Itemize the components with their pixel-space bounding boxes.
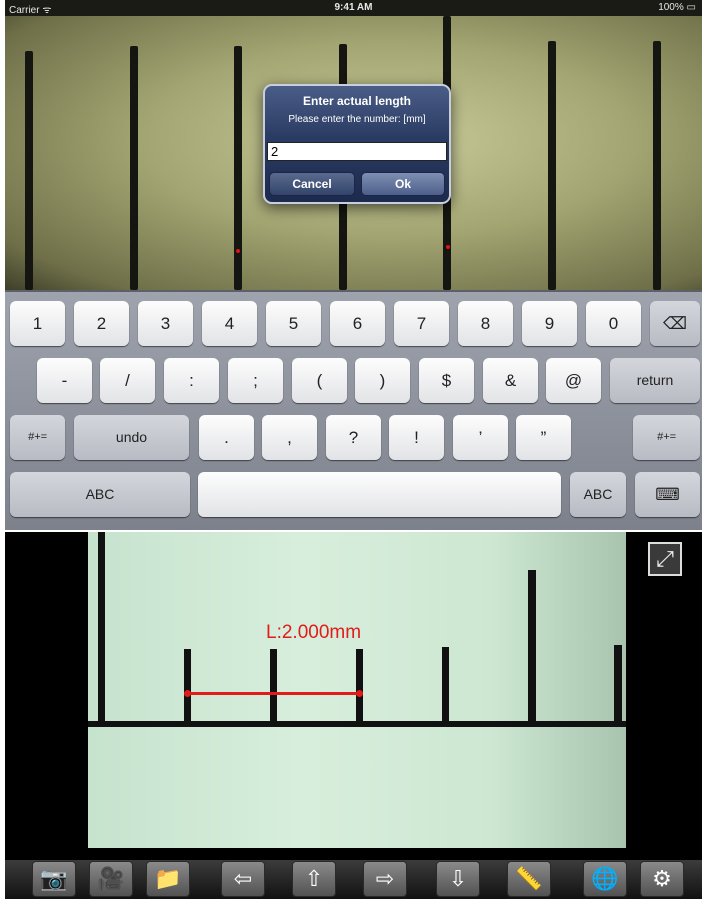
length-input[interactable] (267, 142, 447, 161)
abc-key-left[interactable]: ABC (10, 472, 190, 517)
video-camera-icon: 🎥 (97, 866, 125, 891)
folder-button[interactable]: 📁 (146, 861, 190, 897)
status-time: 9:41 AM (334, 2, 373, 13)
symbols-key-left[interactable]: #+= (10, 415, 65, 460)
key-4[interactable]: 4 (202, 301, 257, 346)
key-0[interactable]: 0 (586, 301, 641, 346)
ruler-button[interactable]: 📏 (507, 861, 551, 897)
ipad-screen: Carrier ᯤ 9:41 AM 100% ▭ Enter actual le… (5, 0, 702, 530)
gear-icon: ⚙ (652, 866, 672, 891)
backspace-icon: ⌫ (662, 314, 688, 333)
space-key[interactable] (198, 472, 561, 517)
move-down-button[interactable]: ⇩ (436, 861, 480, 897)
ruler-tick (98, 532, 105, 724)
arrow-down-icon: ⇩ (448, 866, 468, 891)
dialog-message: Please enter the number: [mm] (288, 114, 426, 125)
ruler-tick (270, 649, 277, 723)
hide-keyboard-key[interactable]: ⌨ (635, 472, 700, 517)
globe-button[interactable]: 🌐 (583, 861, 627, 897)
measure-point (236, 249, 240, 253)
camera-button[interactable]: 📷 (32, 861, 76, 897)
folder-icon: 📁 (154, 866, 182, 891)
key-period[interactable]: . (199, 415, 254, 460)
measurement-line[interactable] (187, 692, 360, 695)
measure-point (446, 245, 450, 249)
key-dash[interactable]: - (37, 358, 92, 403)
abc-key-right[interactable]: ABC (570, 472, 626, 517)
measure-end-point[interactable] (356, 690, 363, 697)
key-3[interactable]: 3 (138, 301, 193, 346)
bottom-toolbar: 📷 🎥 📁 ⇦ ⇧ ⇨ ⇩ 📏 🌐 ⚙ (5, 860, 702, 899)
status-bar: Carrier ᯤ 9:41 AM 100% ▭ (5, 0, 702, 16)
key-semicolon[interactable]: ; (228, 358, 283, 403)
battery-indicator: 100% ▭ (658, 2, 696, 13)
measurement-label: L:2.000mm (266, 622, 362, 643)
ruler-tick (528, 570, 536, 723)
key-ampersand[interactable]: & (483, 358, 538, 403)
ruler-tick (356, 649, 363, 723)
enter-length-dialog: Enter actual length Please enter the num… (263, 84, 451, 204)
key-open-paren[interactable]: ( (292, 358, 347, 403)
key-quote[interactable]: ” (516, 415, 571, 460)
measurement-view: L:2.000mm ⤢ (5, 532, 702, 860)
camera-icon: 📷 (40, 866, 68, 891)
key-9[interactable]: 9 (522, 301, 577, 346)
ruler-tick (548, 41, 556, 290)
keyboard-hide-icon: ⌨ (655, 485, 680, 504)
onscreen-keyboard: 1 2 3 4 5 6 7 8 9 0 ⌫ - / : ; ( ) $ & @ … (5, 290, 702, 530)
move-left-button[interactable]: ⇦ (221, 861, 265, 897)
symbols-key-right[interactable]: #+= (633, 415, 700, 460)
key-dollar[interactable]: $ (419, 358, 474, 403)
ruler-tick (25, 51, 33, 290)
key-exclamation[interactable]: ! (389, 415, 444, 460)
backspace-key[interactable]: ⌫ (650, 301, 700, 346)
move-right-button[interactable]: ⇨ (363, 861, 407, 897)
settings-button[interactable]: ⚙ (640, 861, 684, 897)
ruler-tick (130, 46, 138, 290)
ruler-tick (184, 649, 191, 723)
key-1[interactable]: 1 (10, 301, 65, 346)
video-button[interactable]: 🎥 (89, 861, 133, 897)
key-7[interactable]: 7 (394, 301, 449, 346)
key-question[interactable]: ? (326, 415, 381, 460)
undo-key[interactable]: undo (74, 415, 189, 460)
dialog-title: Enter actual length (302, 94, 412, 108)
key-comma[interactable]: , (262, 415, 317, 460)
ok-button[interactable]: Ok (361, 172, 445, 196)
ruler-tick (442, 647, 449, 723)
arrow-up-icon: ⇧ (304, 866, 324, 891)
move-up-button[interactable]: ⇧ (292, 861, 336, 897)
fullscreen-button[interactable]: ⤢ (648, 542, 682, 576)
key-5[interactable]: 5 (266, 301, 321, 346)
microscope-image-bottom[interactable]: L:2.000mm (88, 532, 626, 848)
globe-icon: 🌐 (591, 866, 619, 891)
return-key[interactable]: return (610, 358, 700, 403)
key-at[interactable]: @ (546, 358, 601, 403)
expand-icon: ⤢ (656, 546, 674, 571)
ruler-icon: 📏 (515, 866, 543, 891)
key-close-paren[interactable]: ) (355, 358, 410, 403)
key-colon[interactable]: : (164, 358, 219, 403)
arrow-right-icon: ⇨ (375, 866, 395, 891)
ruler-tick (614, 645, 622, 723)
key-2[interactable]: 2 (74, 301, 129, 346)
arrow-left-icon: ⇦ (233, 866, 253, 891)
ruler-tick (234, 46, 242, 290)
key-6[interactable]: 6 (330, 301, 385, 346)
key-apostrophe[interactable]: ’ (453, 415, 508, 460)
measure-start-point[interactable] (184, 690, 191, 697)
cancel-button[interactable]: Cancel (269, 172, 355, 196)
ruler-tick (653, 41, 661, 290)
key-slash[interactable]: / (100, 358, 155, 403)
key-8[interactable]: 8 (458, 301, 513, 346)
